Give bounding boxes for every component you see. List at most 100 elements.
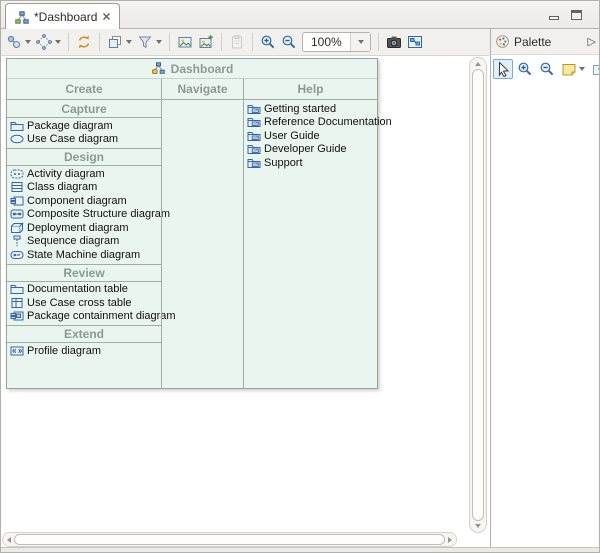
zoom-in-icon — [260, 34, 276, 50]
copy-appearance-icon — [107, 34, 123, 50]
horizontal-scrollbar[interactable] — [2, 532, 457, 547]
profile-diagram-icon — [10, 345, 24, 357]
dashboard-panel: Dashboard Create CapturePackage diagramU… — [6, 58, 378, 389]
help-item-label: User Guide — [264, 130, 320, 142]
sync-button[interactable] — [74, 32, 94, 52]
dashboard-section-design: DesignActivity diagramClass diagramCompo… — [7, 148, 161, 264]
dashboard-item-label: Activity diagram — [27, 168, 105, 180]
zoom-level-value[interactable]: 100% — [303, 35, 350, 49]
help-item-developer-guide[interactable]: Developer Guide — [244, 143, 377, 157]
dashboard-item-label: Deployment diagram — [27, 222, 129, 234]
zoom-out-tool-icon — [539, 61, 555, 77]
chevron-down-icon[interactable] — [156, 40, 162, 44]
papyrus-window: *Dashboard 100% Dashboard Create Capture… — [0, 0, 600, 553]
help-item-support[interactable]: Support — [244, 156, 377, 170]
create-column-header: Create — [7, 79, 161, 100]
paste-icon — [229, 34, 245, 50]
palette-expand-icon[interactable]: ▷ — [588, 35, 596, 48]
dashboard-item-use-case-diagram[interactable]: Use Case diagram — [7, 133, 161, 147]
sequence-diagram-icon — [10, 235, 24, 247]
help-item-user-guide[interactable]: User Guide — [244, 129, 377, 143]
zoom-in-tool-icon — [517, 61, 533, 77]
scroll-left-arrow-icon[interactable] — [7, 537, 11, 543]
diagram-canvas: Dashboard Create CapturePackage diagramU… — [1, 56, 490, 547]
palette-title: Palette — [514, 35, 584, 49]
filter-button[interactable] — [135, 32, 164, 52]
section-header-design: Design — [7, 148, 161, 166]
window-bottom-edge — [1, 547, 599, 553]
zoom-in-tool[interactable] — [515, 59, 535, 79]
camera-button[interactable] — [384, 32, 404, 52]
dashboard-item-label: Use Case diagram — [27, 133, 118, 145]
select-tool-icon — [495, 61, 511, 77]
dashboard-item-deployment-diagram[interactable]: Deployment diagram — [7, 221, 161, 235]
minimize-view-button[interactable] — [547, 9, 561, 21]
dashboard-item-use-case-cross-table[interactable]: Use Case cross table — [7, 296, 161, 310]
tab-title: *Dashboard — [34, 10, 97, 24]
editor-tab-dashboard[interactable]: *Dashboard — [5, 3, 120, 29]
zoom-level-dropdown-button[interactable] — [350, 33, 370, 51]
dashboard-item-label: Class diagram — [27, 181, 97, 193]
image-button[interactable] — [175, 32, 195, 52]
dashboard-column-navigate: Navigate — [161, 79, 243, 389]
section-header-extend: Extend — [7, 325, 161, 343]
minimize-icon — [549, 16, 559, 20]
diagram-nodes-icon — [6, 34, 22, 50]
dashboard-item-state-machine-diagram[interactable]: State Machine diagram — [7, 248, 161, 262]
chevron-down-icon[interactable] — [579, 67, 585, 71]
note-tool[interactable] — [559, 59, 587, 79]
dashboard-column-create: Create CapturePackage diagramUse Case di… — [7, 79, 161, 389]
help-topic-icon — [247, 143, 261, 155]
package-containment-diagram-icon — [10, 310, 24, 322]
overview-button[interactable] — [405, 32, 425, 52]
scroll-up-arrow-icon[interactable] — [475, 62, 481, 66]
help-item-reference-documentation[interactable]: Reference Documentation — [244, 116, 377, 130]
zoom-out-button[interactable] — [279, 32, 299, 52]
zoom-in-button[interactable] — [258, 32, 278, 52]
scroll-down-arrow-icon[interactable] — [475, 524, 481, 528]
dashboard-item-profile-diagram[interactable]: Profile diagram — [7, 344, 161, 358]
chevron-down-icon[interactable] — [126, 40, 132, 44]
dashboard-item-package-containment-diagram[interactable]: Package containment diagram — [7, 310, 161, 324]
chevron-down-icon[interactable] — [25, 40, 31, 44]
copy-appearance-button[interactable] — [105, 32, 134, 52]
dashboard-item-class-diagram[interactable]: Class diagram — [7, 181, 161, 195]
zoom-level-combo[interactable]: 100% — [302, 32, 371, 52]
dashboard-item-activity-diagram[interactable]: Activity diagram — [7, 167, 161, 181]
select-tool[interactable] — [493, 59, 513, 79]
maximize-icon — [571, 10, 582, 20]
documentation-table-icon — [10, 283, 24, 295]
filter-icon — [137, 34, 153, 50]
chevron-down-icon[interactable] — [55, 40, 61, 44]
zoom-out-icon — [281, 34, 297, 50]
horizontal-scrollbar-thumb[interactable] — [14, 534, 445, 545]
toolbar-separator — [68, 33, 69, 51]
zoom-out-tool[interactable] — [537, 59, 557, 79]
dashboard-item-label: Package containment diagram — [27, 310, 176, 322]
editor-tab-bar: *Dashboard — [1, 1, 599, 29]
dashboard-item-sequence-diagram[interactable]: Sequence diagram — [7, 235, 161, 249]
dashboard-item-composite-structure-diagram[interactable]: Composite Structure diagram — [7, 208, 161, 222]
vertical-scrollbar-thumb[interactable] — [472, 69, 484, 521]
composite-structure-diagram-icon — [10, 208, 24, 220]
diagram-nodes-button[interactable] — [4, 32, 33, 52]
link-tool-icon — [591, 61, 600, 77]
arrange-button[interactable] — [34, 32, 63, 52]
diagram-toolbar: 100% — [1, 29, 489, 56]
scroll-right-arrow-icon[interactable] — [448, 537, 452, 543]
dashboard-item-package-diagram[interactable]: Package diagram — [7, 119, 161, 133]
dashboard-item-component-diagram[interactable]: Component diagram — [7, 194, 161, 208]
camera-icon — [386, 34, 402, 50]
help-column-header: Help — [244, 79, 377, 100]
dashboard-section-extend: ExtendProfile diagram — [7, 325, 161, 360]
dashboard-item-documentation-table[interactable]: Documentation table — [7, 283, 161, 297]
help-item-getting-started[interactable]: Getting started — [244, 102, 377, 116]
link-tool[interactable] — [589, 59, 600, 79]
class-diagram-icon — [10, 181, 24, 193]
image-plus-button[interactable] — [196, 32, 216, 52]
toolbar-separator — [252, 33, 253, 51]
help-topic-icon — [247, 157, 261, 169]
vertical-scrollbar[interactable] — [469, 57, 487, 533]
tab-close-icon[interactable] — [102, 12, 111, 21]
maximize-view-button[interactable] — [569, 9, 583, 21]
